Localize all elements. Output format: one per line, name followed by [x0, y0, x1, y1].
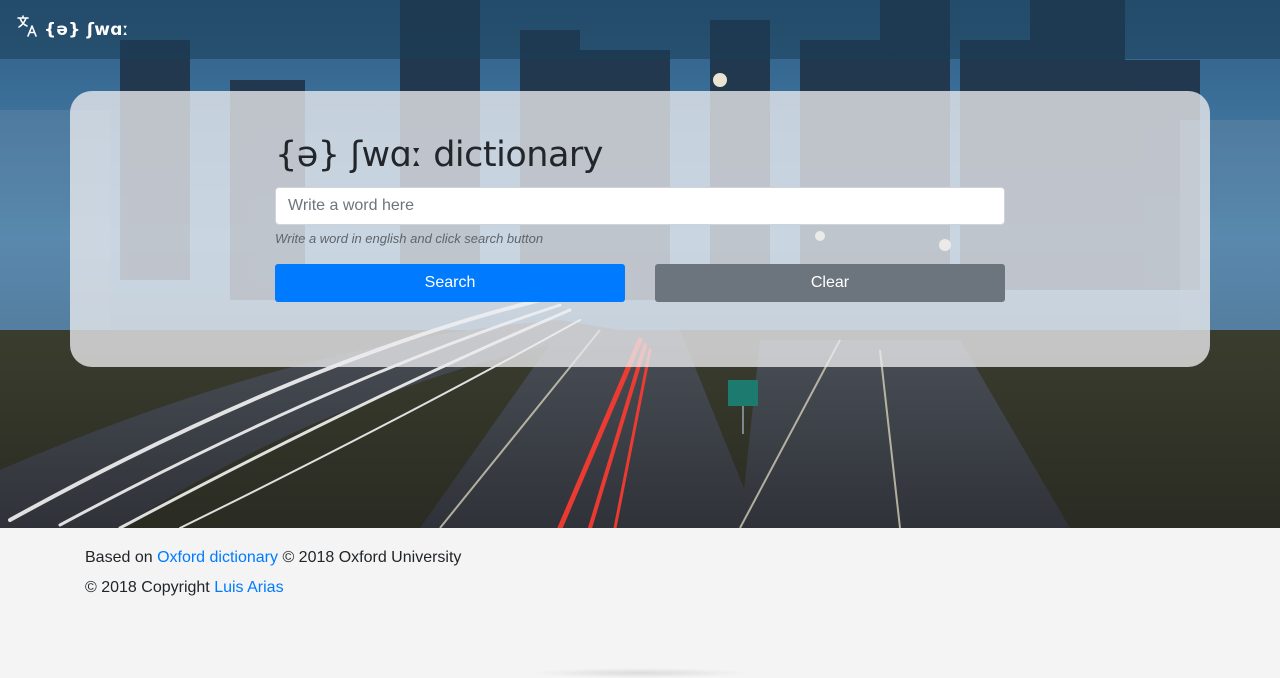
footer-credit-line: Based on Oxford dictionary © 2018 Oxford… — [85, 549, 461, 567]
page-title: {ə} ʃwɑː dictionary — [275, 135, 604, 175]
footer-copyright-prefix: © 2018 Copyright — [85, 579, 215, 596]
search-panel: {ə} ʃwɑː dictionary Write a word in engl… — [70, 91, 1210, 367]
exit-sign — [728, 380, 758, 406]
footer-copyright-line: © 2018 Copyright Luis Arias — [85, 579, 284, 597]
search-input[interactable] — [275, 187, 1005, 225]
author-link[interactable]: Luis Arias — [214, 579, 283, 596]
brand-link[interactable]: {ə} ʃwɑː — [16, 14, 129, 40]
search-button[interactable]: Search — [275, 264, 625, 302]
footer-credit-prefix: Based on — [85, 549, 158, 566]
footer-credit-suffix: © 2018 Oxford University — [278, 549, 462, 566]
clear-button[interactable]: Clear — [655, 264, 1005, 302]
brand-text: {ə} ʃwɑː — [44, 19, 129, 40]
footer: Based on Oxford dictionary © 2018 Oxford… — [0, 528, 1280, 678]
search-helper-text: Write a word in english and click search… — [275, 231, 544, 246]
hero-background: {ə} ʃwɑː {ə} ʃwɑː dictionary Write a wor… — [0, 0, 1280, 528]
oxford-dictionary-link[interactable]: Oxford dictionary — [157, 549, 278, 566]
translate-icon — [16, 14, 40, 38]
footer-shadow — [530, 668, 750, 678]
navbar: {ə} ʃwɑː — [0, 0, 1280, 59]
